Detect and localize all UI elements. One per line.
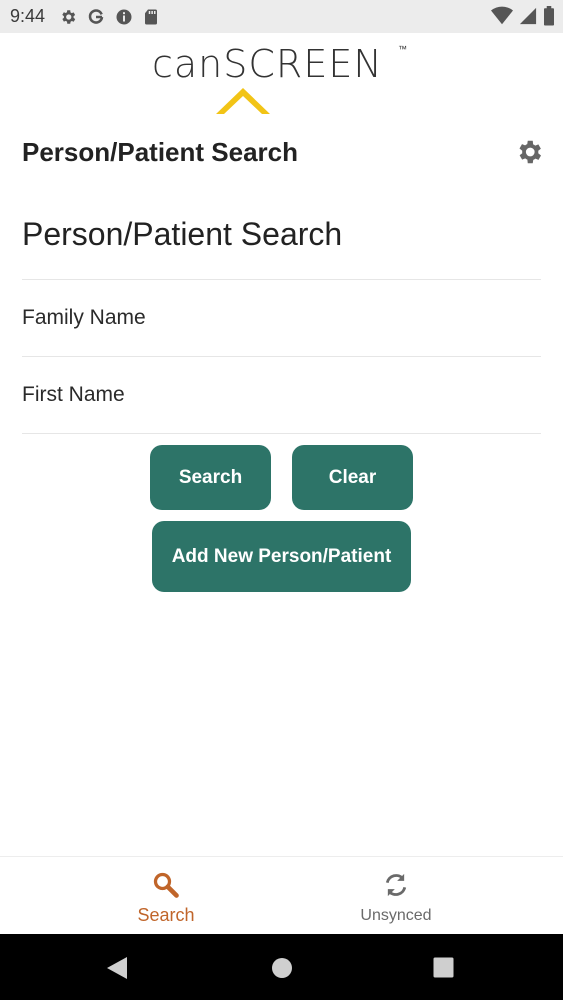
logo-chevron-icon — [216, 88, 270, 114]
wifi-icon — [491, 6, 513, 26]
battery-icon — [543, 6, 555, 26]
info-icon — [115, 8, 133, 26]
status-icons-left — [59, 8, 159, 26]
status-time: 9:44 — [10, 6, 46, 26]
tab-unsynced-label: Unsynced — [360, 907, 432, 924]
family-name-field — [22, 279, 541, 356]
search-button[interactable]: Search — [150, 445, 271, 510]
status-icons-right — [491, 6, 555, 26]
home-circle-icon — [272, 958, 292, 978]
first-name-input[interactable] — [22, 357, 541, 433]
logo-text: canSCREEN — [152, 42, 383, 86]
status-bar: 9:44 — [0, 0, 563, 33]
form-heading: Person/Patient Search — [22, 216, 343, 252]
recents-square-icon — [433, 957, 454, 978]
family-name-input[interactable] — [22, 280, 541, 356]
cell-signal-icon — [519, 6, 537, 26]
gear-icon — [519, 140, 541, 164]
bottom-nav: Search Unsynced — [0, 856, 563, 935]
google-g-icon — [87, 8, 105, 26]
logo-trademark: ™ — [398, 44, 407, 54]
field-divider — [22, 433, 541, 434]
system-nav-bar — [0, 934, 563, 1000]
back-button[interactable] — [106, 956, 128, 985]
magnifier-icon — [153, 872, 179, 898]
sync-icon — [385, 873, 407, 897]
sd-card-icon — [143, 8, 159, 26]
clear-button[interactable]: Clear — [292, 445, 413, 510]
first-name-field — [22, 356, 541, 433]
canscreen-logo: canSCREEN ™ — [0, 40, 563, 120]
add-new-patient-button[interactable]: Add New Person/Patient — [152, 521, 411, 592]
tab-search-label: Search — [137, 905, 195, 925]
back-triangle-icon — [107, 957, 127, 979]
home-button[interactable] — [271, 957, 293, 984]
settings-button[interactable] — [514, 137, 546, 169]
recents-button[interactable] — [433, 957, 454, 983]
tab-search[interactable]: Search — [66, 857, 266, 935]
tab-unsynced[interactable]: Unsynced — [296, 857, 496, 935]
settings-gear-icon — [59, 8, 77, 26]
page-title: Person/Patient Search — [22, 137, 298, 167]
